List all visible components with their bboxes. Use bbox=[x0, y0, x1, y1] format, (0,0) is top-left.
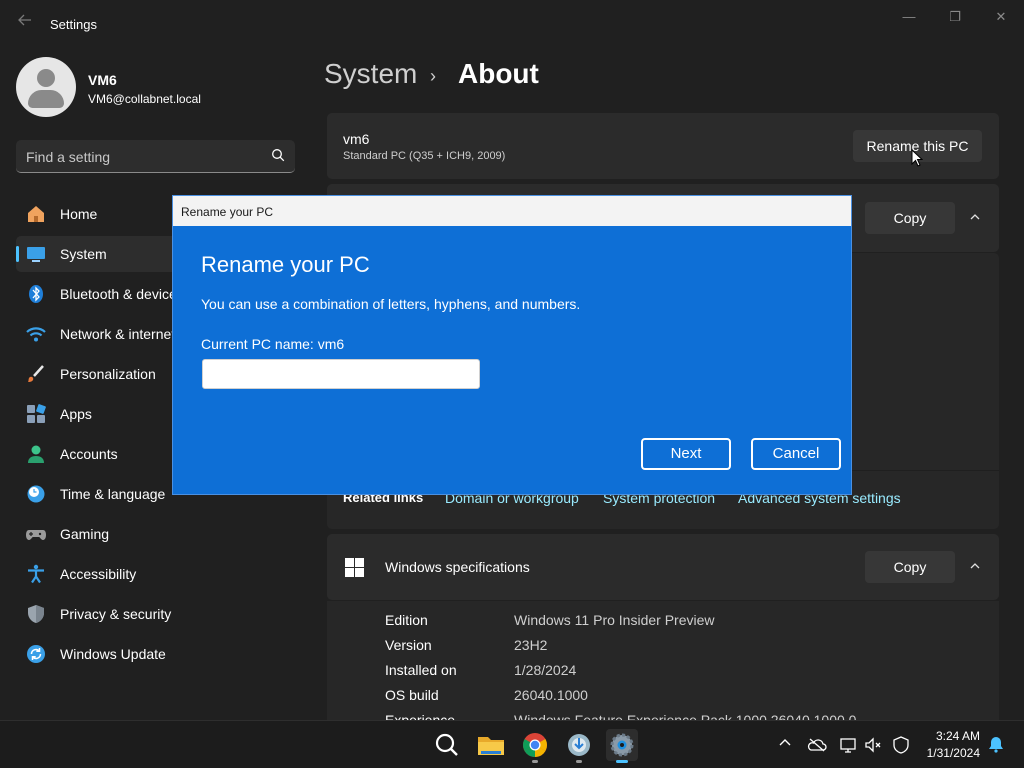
spec-key: Edition bbox=[385, 612, 428, 628]
spec-value: 23H2 bbox=[514, 637, 548, 653]
search-placeholder: Find a setting bbox=[26, 149, 111, 165]
sidebar-item-label: Windows Update bbox=[60, 646, 166, 662]
security-icon[interactable] bbox=[891, 735, 911, 755]
next-button[interactable]: Next bbox=[641, 438, 731, 470]
windows-specs-title: Windows specifications bbox=[385, 559, 530, 575]
sidebar-item-label: Network & internet bbox=[60, 326, 176, 342]
sidebar-item-label: Time & language bbox=[60, 486, 166, 502]
sidebar-item-label: Home bbox=[60, 206, 98, 222]
restore-button[interactable]: ❐ bbox=[932, 6, 978, 28]
sidebar-item-windows-update[interactable]: Windows Update bbox=[16, 636, 296, 672]
sidebar-item-label: Gaming bbox=[60, 526, 110, 542]
breadcrumb-separator: › bbox=[430, 66, 436, 86]
running-indicator bbox=[532, 760, 538, 763]
installer-icon[interactable] bbox=[563, 729, 595, 763]
windows-specs-copy-button[interactable]: Copy bbox=[865, 551, 955, 583]
sidebar-item-label: Accessibility bbox=[60, 566, 137, 582]
sidebar-item-gaming[interactable]: Gaming bbox=[16, 516, 296, 552]
search-icon[interactable] bbox=[431, 729, 463, 761]
update-icon bbox=[27, 645, 45, 663]
avatar-head bbox=[37, 69, 55, 87]
chevron-up-icon[interactable] bbox=[960, 552, 990, 582]
search-icon bbox=[272, 149, 285, 162]
spec-value: Windows 11 Pro Insider Preview bbox=[514, 612, 715, 628]
sidebar-item-label: Bluetooth & devices bbox=[60, 286, 184, 302]
file-explorer-icon[interactable] bbox=[475, 729, 507, 761]
sidebar-item-label: Apps bbox=[60, 406, 92, 422]
app-title: Settings bbox=[50, 17, 97, 32]
dialog-title-bar: Rename your PC bbox=[173, 196, 851, 226]
clock-time[interactable]: 3:24 AM bbox=[936, 729, 980, 743]
user-name: VM6 bbox=[88, 72, 117, 88]
sidebar-item-label: Accounts bbox=[60, 446, 118, 462]
wifi-icon bbox=[26, 327, 46, 342]
brush-icon bbox=[28, 365, 44, 382]
new-pc-name-input[interactable] bbox=[202, 359, 480, 389]
spec-value: 26040.1000 bbox=[514, 687, 588, 703]
settings-icon[interactable] bbox=[606, 729, 638, 763]
spec-value: 1/28/2024 bbox=[514, 662, 577, 678]
sidebar-item-label: Privacy & security bbox=[60, 606, 172, 622]
search-input[interactable]: Find a setting bbox=[16, 140, 295, 173]
dialog-heading: Rename your PC bbox=[201, 252, 370, 277]
taskbar bbox=[0, 720, 1024, 768]
running-indicator bbox=[576, 760, 582, 763]
sidebar-item-label: Personalization bbox=[60, 366, 156, 382]
current-pc-name: Current PC name: vm6 bbox=[201, 336, 345, 352]
system-icon bbox=[27, 247, 45, 262]
clock-globe-icon bbox=[27, 485, 45, 503]
active-indicator bbox=[16, 246, 19, 262]
network-icon[interactable] bbox=[839, 735, 859, 755]
spec-key: Version bbox=[385, 637, 432, 653]
breadcrumb-parent[interactable]: System bbox=[324, 58, 417, 90]
dialog-title: Rename your PC bbox=[181, 205, 274, 219]
rename-pc-dialog: Rename your PC Rename your PC You can us… bbox=[172, 195, 852, 495]
onedrive-icon[interactable] bbox=[807, 735, 827, 755]
active-indicator bbox=[616, 760, 628, 763]
pc-model: Standard PC (Q35 + ICH9, 2009) bbox=[343, 150, 506, 162]
gamepad-icon bbox=[26, 530, 46, 540]
avatar[interactable] bbox=[16, 57, 76, 117]
shield-icon bbox=[28, 605, 44, 623]
apps-icon bbox=[27, 404, 46, 423]
clock-date[interactable]: 1/31/2024 bbox=[927, 746, 980, 760]
mouse-cursor-icon bbox=[911, 149, 923, 167]
dialog-description: You can use a combination of letters, hy… bbox=[201, 296, 581, 312]
windows-logo-icon bbox=[345, 558, 364, 577]
sidebar-item-accessibility[interactable]: Accessibility bbox=[16, 556, 296, 592]
avatar-body bbox=[28, 90, 64, 108]
accessibility-icon bbox=[28, 564, 44, 584]
title-bar: Settings — ❐ ✕ bbox=[0, 0, 1024, 48]
chrome-icon[interactable] bbox=[519, 729, 551, 763]
chevron-up-icon[interactable] bbox=[960, 203, 990, 233]
sidebar-item-privacy[interactable]: Privacy & security bbox=[16, 596, 296, 632]
bluetooth-icon bbox=[29, 285, 43, 303]
device-specs-copy-button[interactable]: Copy bbox=[865, 202, 955, 234]
accounts-icon bbox=[28, 445, 44, 463]
user-email: VM6@collabnet.local bbox=[88, 92, 201, 106]
close-button[interactable]: ✕ bbox=[978, 6, 1024, 28]
spec-key: Installed on bbox=[385, 662, 457, 678]
pc-name: vm6 bbox=[343, 131, 370, 147]
sidebar-item-label: System bbox=[60, 246, 107, 262]
volume-muted-icon[interactable] bbox=[863, 735, 883, 755]
home-icon bbox=[28, 206, 44, 222]
notification-bell-icon[interactable] bbox=[986, 735, 1006, 755]
spec-key: OS build bbox=[385, 687, 439, 703]
chevron-up-icon[interactable] bbox=[775, 735, 795, 755]
page-title: About bbox=[458, 58, 539, 89]
back-arrow-icon[interactable] bbox=[14, 12, 36, 34]
minimize-button[interactable]: — bbox=[886, 6, 932, 28]
cancel-button[interactable]: Cancel bbox=[751, 438, 841, 470]
